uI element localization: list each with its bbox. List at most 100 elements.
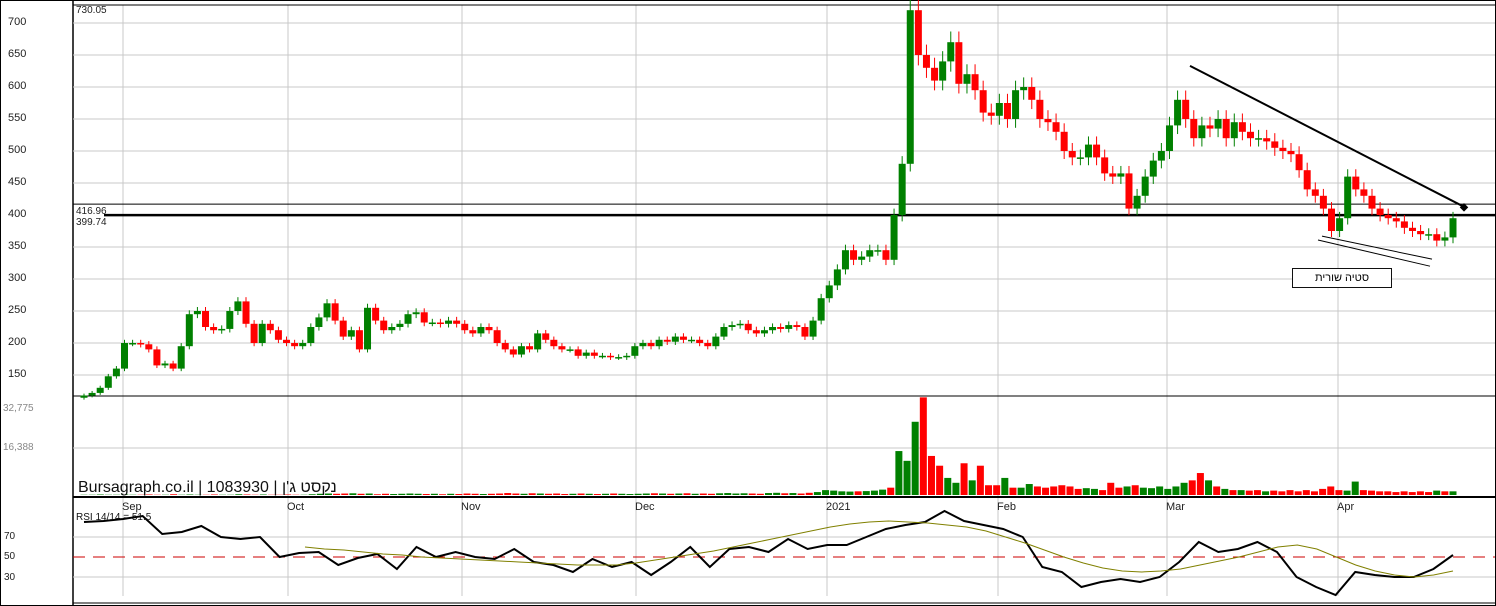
- volume-bar: [1001, 477, 1009, 495]
- price-tick-label: 150: [8, 368, 27, 380]
- candle-body: [1255, 138, 1263, 140]
- volume-bar: [1172, 486, 1180, 495]
- candle-body: [1190, 119, 1198, 139]
- volume-bar: [1286, 490, 1294, 495]
- candle-body: [193, 311, 201, 315]
- candle-body: [445, 320, 453, 324]
- volume-bar: [382, 493, 390, 495]
- volume-bar: [642, 493, 650, 495]
- volume-bar: [1359, 490, 1367, 495]
- candle-body: [963, 74, 971, 84]
- candle-body: [234, 301, 242, 311]
- candle-body: [1117, 173, 1125, 177]
- volume-bar: [1074, 488, 1082, 495]
- volume-bar: [1205, 480, 1213, 495]
- level-high-label: 416.96: [76, 206, 107, 217]
- candle-body: [339, 320, 347, 337]
- price-tick-label: 400: [8, 208, 27, 220]
- rsi-label: RSI 14/14 = 51.5: [76, 512, 152, 523]
- candle-body: [566, 349, 574, 351]
- month-label: Feb: [997, 501, 1016, 513]
- volume-bar: [1270, 490, 1278, 495]
- candle-body: [979, 90, 987, 113]
- candle-body: [1400, 221, 1408, 228]
- volume-bar: [675, 493, 683, 495]
- chart-canvas: [0, 0, 1496, 606]
- candle-body: [712, 336, 720, 347]
- candle-body: [169, 363, 177, 369]
- volume-bar: [1115, 487, 1123, 495]
- volume-bar: [813, 492, 821, 495]
- candle-body: [331, 303, 339, 321]
- candle-body: [1392, 218, 1400, 222]
- candle-body: [509, 349, 517, 355]
- candle-body: [704, 343, 712, 347]
- candle-body: [96, 387, 104, 393]
- candle-body: [793, 325, 801, 327]
- candle-body: [323, 303, 331, 318]
- candle-body: [121, 343, 129, 369]
- price-tick-label: 350: [8, 240, 27, 252]
- candle-body: [283, 339, 291, 343]
- candle-body: [833, 269, 841, 286]
- volume-bar: [357, 493, 365, 495]
- volume-tick-label: 32,775: [3, 403, 34, 414]
- candle-body: [461, 323, 469, 331]
- candle-body: [1198, 125, 1206, 139]
- candle-body: [1319, 195, 1327, 209]
- volume-tick-label: 16,388: [3, 442, 34, 453]
- volume-bar: [1042, 487, 1050, 495]
- volume-bar: [1221, 488, 1229, 495]
- volume-bar: [398, 493, 406, 495]
- candle-body: [809, 320, 817, 337]
- max-price-label: 730.05: [76, 5, 107, 16]
- volume-bar: [1050, 486, 1058, 495]
- candle-body: [210, 327, 218, 331]
- candle-body: [574, 349, 582, 356]
- candle-body: [1368, 195, 1376, 209]
- price-tick-label: 600: [8, 80, 27, 92]
- candle-body: [477, 327, 485, 334]
- candle-body: [1052, 122, 1060, 132]
- candle-body: [1425, 234, 1433, 236]
- candle-body: [469, 330, 477, 334]
- volume-bar: [748, 493, 756, 495]
- chart-watermark-title: Bursagraph.co.il | 1083930 | נקסט ג'ן: [78, 479, 337, 496]
- candle-body: [1384, 215, 1392, 219]
- volume-bar: [593, 494, 601, 495]
- volume-bar: [1408, 492, 1416, 495]
- price-tick-label: 700: [8, 16, 27, 28]
- volume-bar: [406, 493, 414, 495]
- price-tick-label: 650: [8, 48, 27, 60]
- candle-body: [582, 352, 590, 356]
- candle-body: [639, 343, 647, 347]
- volume-bar: [1245, 490, 1253, 495]
- candle-body: [679, 336, 687, 340]
- volume-bar: [1253, 490, 1261, 495]
- volume-bar: [1441, 491, 1449, 495]
- volume-bar: [1107, 482, 1115, 495]
- volume-bar: [471, 493, 479, 495]
- candle-body: [250, 323, 258, 343]
- candle-body: [1174, 99, 1182, 126]
- volume-bar: [707, 493, 715, 495]
- candle-body: [380, 320, 388, 331]
- candle-body: [752, 330, 760, 334]
- candle-body: [364, 307, 372, 350]
- volume-bar: [985, 485, 993, 495]
- volume-bar: [341, 493, 349, 495]
- volume-bar: [487, 493, 495, 495]
- candle-body: [1303, 170, 1311, 190]
- candle-body: [1093, 144, 1101, 158]
- candle-body: [1279, 147, 1287, 151]
- candle-body: [598, 355, 606, 358]
- candle-body: [801, 327, 809, 337]
- candle-body: [898, 163, 906, 215]
- volume-bar: [1009, 487, 1017, 495]
- candle-body: [1271, 141, 1279, 148]
- candle-body: [971, 74, 979, 91]
- volume-bar: [414, 493, 422, 495]
- volume-bar: [1294, 491, 1302, 495]
- candle-body: [202, 311, 210, 327]
- candle-body: [404, 314, 412, 324]
